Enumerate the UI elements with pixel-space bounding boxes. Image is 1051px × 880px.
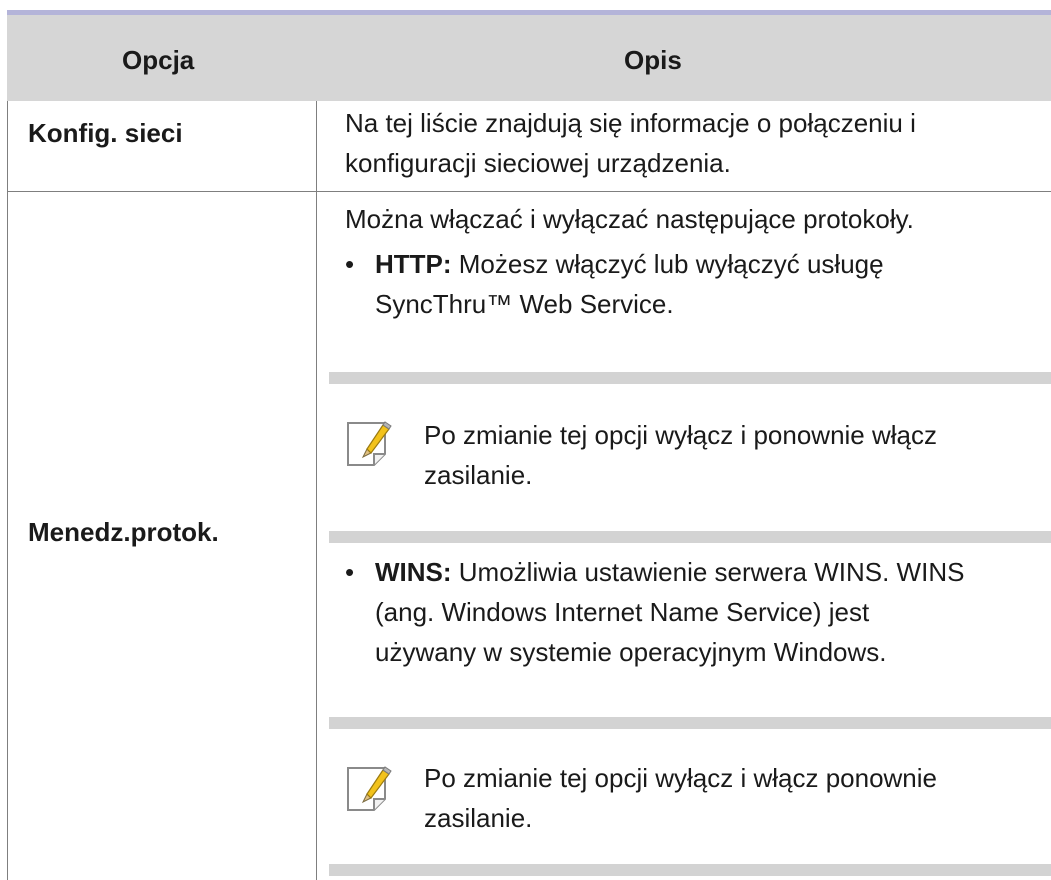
note-pencil-icon	[347, 766, 392, 811]
note-band-bottom	[329, 864, 1051, 876]
bullet-http-line1: HTTP: Możesz włączyć lub wyłączyć usługę	[375, 244, 884, 284]
term-http: HTTP:	[375, 249, 452, 279]
note-band-top	[329, 372, 1051, 384]
table-header: Opcja Opis	[7, 15, 1051, 101]
option-konfig-sieci: Konfig. sieci	[28, 118, 183, 148]
note-band-bottom	[329, 531, 1051, 543]
note-pencil-icon	[347, 421, 392, 466]
option-menedz-protok: Menedz.protok.	[28, 517, 219, 547]
bullet-wins-line1: WINS: Umożliwia ustawienie serwera WINS.…	[375, 552, 964, 592]
note2-line1: Po zmianie tej opcji wyłącz i włącz pono…	[424, 763, 938, 793]
options-table: Opcja Opis Konfig. sieci Na tej liście z…	[0, 0, 1051, 880]
note2-line2: zasilanie.	[424, 803, 533, 833]
bullet-wins-line2: (ang. Windows Internet Name Service) jes…	[375, 597, 870, 627]
bullet-marker: •	[345, 557, 355, 587]
row2-intro: Można włączać i wyłączać następujące pro…	[345, 204, 914, 234]
header-option: Opcja	[122, 45, 195, 75]
header-description: Opis	[624, 45, 682, 75]
note-band-top	[329, 717, 1051, 729]
term-wins: WINS:	[375, 557, 452, 587]
row1-desc-line1: Na tej liście znajdują się informacje o …	[345, 108, 916, 138]
bullet-http-text: Możesz włączyć lub wyłączyć usługę	[451, 249, 884, 279]
bullet-marker: •	[345, 249, 355, 279]
row-divider	[7, 191, 1051, 192]
bullet-http-line2: SyncThru™ Web Service.	[375, 289, 674, 319]
note1-line1: Po zmianie tej opcji wyłącz i ponownie w…	[424, 420, 938, 450]
row1-desc-line2: konfiguracji sieciowej urządzenia.	[345, 148, 731, 178]
table-left-border	[7, 101, 8, 880]
bullet-wins-line3: używany w systemie operacyjnym Windows.	[375, 637, 887, 667]
column-divider	[316, 101, 317, 880]
note1-line2: zasilanie.	[424, 460, 533, 490]
bullet-wins-text: Umożliwia ustawienie serwera WINS. WINS	[451, 557, 965, 587]
